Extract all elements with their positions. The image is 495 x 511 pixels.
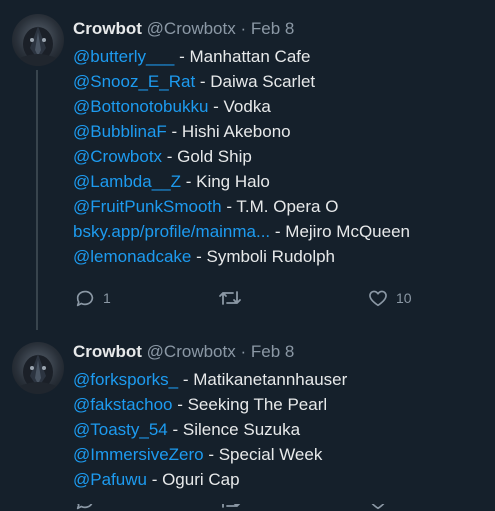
mention-link[interactable]: @Bottonotobukku: [73, 97, 208, 116]
tweet-line: @lemonadcake - Symboli Rudolph: [73, 244, 410, 269]
mention-link[interactable]: @FruitPunkSmooth: [73, 197, 222, 216]
mention-link[interactable]: @forksporks_: [73, 370, 178, 389]
user-handle[interactable]: @Crowbotx: [147, 342, 236, 361]
line-text: - Daiwa Scarlet: [195, 72, 316, 91]
retweet-icon: [219, 291, 241, 305]
tweet-date[interactable]: Feb 8: [251, 19, 294, 38]
reply-icon: [76, 504, 93, 510]
tweet-line: @Crowbotx - Gold Ship: [73, 144, 410, 169]
line-text: - Gold Ship: [162, 147, 252, 166]
reply-count: 1: [103, 290, 111, 306]
tweet-line: @Bottonotobukku - Vodka: [73, 94, 410, 119]
tweet-line: @Pafuwu - Oguri Cap: [73, 467, 347, 492]
mention-link[interactable]: @BubblinaF: [73, 122, 167, 141]
line-text: - T.M. Opera O: [221, 197, 339, 216]
avatar[interactable]: [12, 14, 64, 66]
crow-avatar-image: [20, 26, 56, 66]
heart-icon: [371, 504, 385, 510]
mention-link[interactable]: @Crowbotx: [73, 147, 162, 166]
mention-link[interactable]: @fakstachoo: [73, 395, 172, 414]
separator: ·: [240, 342, 247, 361]
mention-link[interactable]: @butterly___: [73, 47, 174, 66]
external-link[interactable]: bsky.app/profile/mainma...: [73, 222, 270, 241]
tweet-body: @forksporks_ - Matikanetannhauser @fakst…: [73, 367, 347, 492]
line-text: - Seeking The Pearl: [172, 395, 328, 414]
like-button[interactable]: 10: [367, 287, 412, 309]
mention-link[interactable]: @Pafuwu: [73, 470, 147, 489]
tweet-line: @fakstachoo - Seeking The Pearl: [73, 392, 347, 417]
line-text: - King Halo: [181, 172, 270, 191]
crow-avatar-image: [20, 354, 56, 394]
tweet[interactable]: Crowbot @Crowbotx · Feb 8 @butterly___ -…: [0, 0, 495, 330]
retweet-button[interactable]: [218, 287, 249, 309]
tweet[interactable]: Crowbot @Crowbotx · Feb 8 @forksporks_ -…: [0, 330, 495, 511]
display-name[interactable]: Crowbot: [73, 342, 142, 361]
tweet-body: @butterly___ - Manhattan Cafe @Snooz_E_R…: [73, 44, 410, 269]
reply-icon: [76, 290, 94, 307]
tweet-line: @BubblinaF - Hishi Akebono: [73, 119, 410, 144]
separator: ·: [240, 19, 247, 38]
like-count: 10: [396, 290, 412, 306]
mention-link[interactable]: @lemonadcake: [73, 247, 191, 266]
like-button[interactable]: [367, 504, 389, 511]
tweet-line: @Toasty_54 - Silence Suzuka: [73, 417, 347, 442]
line-text: - Oguri Cap: [146, 470, 240, 489]
line-text: - Mejiro McQueen: [270, 222, 410, 241]
heart-icon: [369, 290, 387, 307]
reply-button[interactable]: [74, 504, 96, 511]
display-name[interactable]: Crowbot: [73, 19, 142, 38]
tweet-line: @FruitPunkSmooth - T.M. Opera O: [73, 194, 410, 219]
retweet-icon: [222, 504, 241, 508]
tweet-line: bsky.app/profile/mainma... - Mejiro McQu…: [73, 219, 410, 244]
user-handle[interactable]: @Crowbotx: [147, 19, 236, 38]
reply-button[interactable]: 1: [74, 287, 111, 309]
tweet-actions-partial: [0, 504, 495, 511]
line-text: - Symboli Rudolph: [191, 247, 336, 266]
tweet-actions: 1 10: [0, 287, 495, 309]
line-text: - Manhattan Cafe: [174, 47, 311, 66]
mention-link[interactable]: @Snooz_E_Rat: [73, 72, 195, 91]
retweet-button[interactable]: [218, 504, 242, 511]
mention-link[interactable]: @Toasty_54: [73, 420, 168, 439]
tweet-line: @ImmersiveZero - Special Week: [73, 442, 347, 467]
tweet-header: Crowbot @Crowbotx · Feb 8: [73, 342, 294, 362]
mention-link[interactable]: @Lambda__Z: [73, 172, 181, 191]
line-text: - Hishi Akebono: [166, 122, 291, 141]
tweet-line: @forksporks_ - Matikanetannhauser: [73, 367, 347, 392]
tweet-header: Crowbot @Crowbotx · Feb 8: [73, 19, 294, 39]
line-text: - Matikanetannhauser: [178, 370, 348, 389]
tweet-line: @butterly___ - Manhattan Cafe: [73, 44, 410, 69]
line-text: - Silence Suzuka: [167, 420, 301, 439]
line-text: - Vodka: [208, 97, 271, 116]
mention-link[interactable]: @ImmersiveZero: [73, 445, 204, 464]
line-text: - Special Week: [203, 445, 323, 464]
avatar[interactable]: [12, 342, 64, 394]
tweet-line: @Lambda__Z - King Halo: [73, 169, 410, 194]
tweet-line: @Snooz_E_Rat - Daiwa Scarlet: [73, 69, 410, 94]
tweet-date[interactable]: Feb 8: [251, 342, 294, 361]
